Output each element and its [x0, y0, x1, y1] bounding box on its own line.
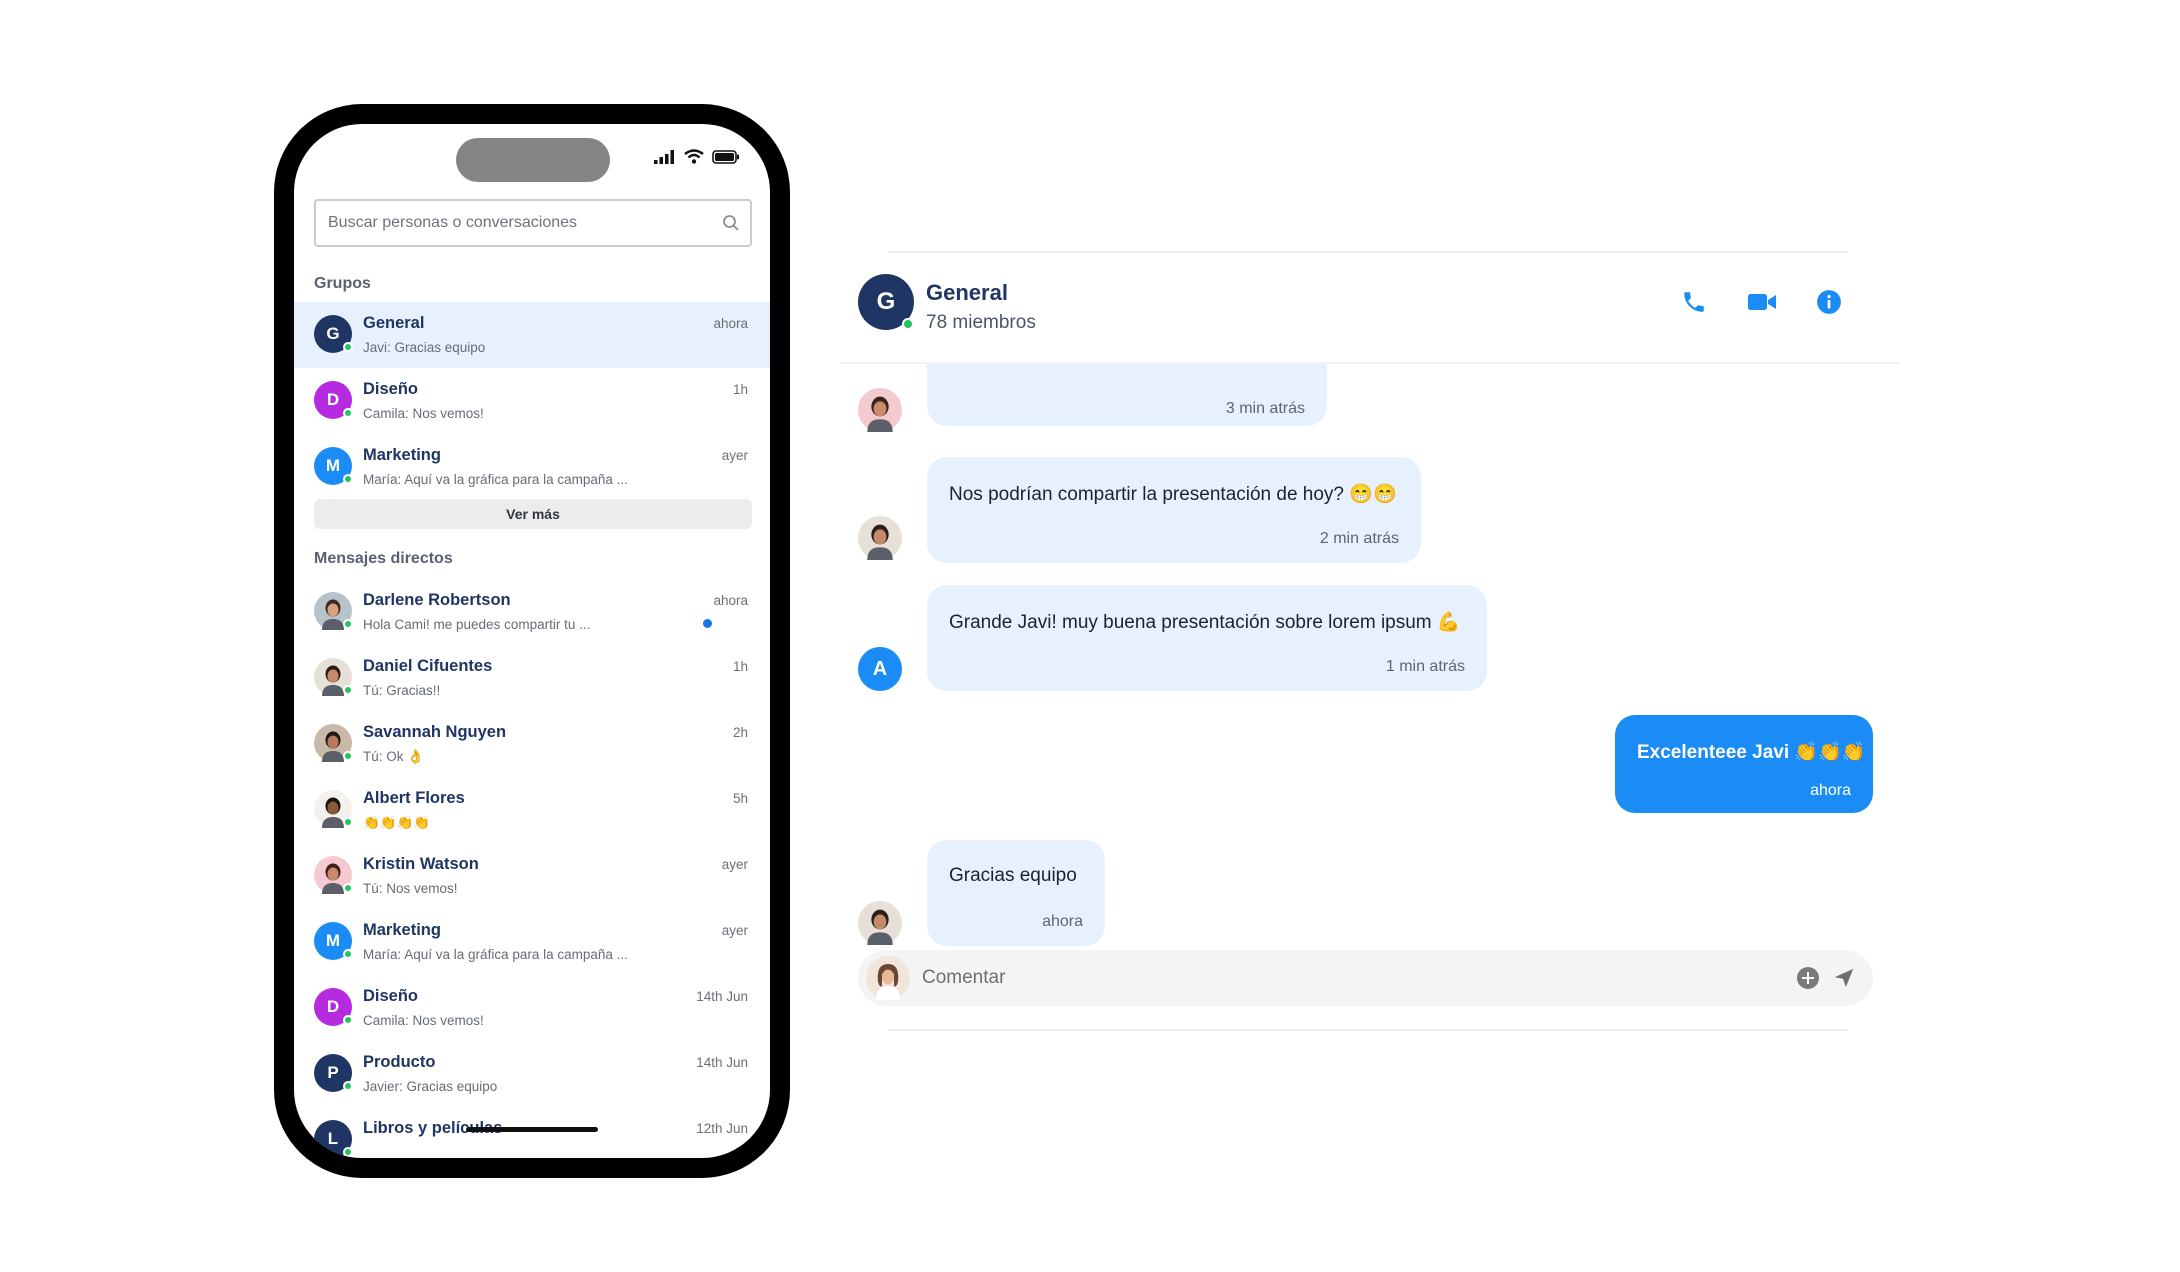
- battery-icon: [712, 149, 739, 164]
- incoming-message[interactable]: Nos podrían compartir la presentación de…: [927, 457, 1421, 563]
- outgoing-message[interactable]: Excelenteee Javi 👏👏👏 ahora: [1615, 715, 1873, 813]
- search-icon[interactable]: [722, 214, 740, 232]
- message-text: Nos podrían compartir la presentación de…: [949, 484, 1397, 505]
- video-icon[interactable]: [1746, 286, 1778, 318]
- avatar: G: [314, 315, 353, 353]
- incoming-message[interactable]: Gracias equipo ahora: [927, 840, 1105, 946]
- message-time: ahora: [1810, 782, 1851, 799]
- message-text: Grande Javi! muy buena presentación sobr…: [949, 612, 1461, 633]
- message-time: 3 min atrás: [1225, 400, 1305, 417]
- sender-avatar[interactable]: [858, 901, 902, 945]
- info-icon[interactable]: [1813, 286, 1845, 318]
- message-time: ahora: [1042, 913, 1083, 930]
- composer: [858, 950, 1873, 1006]
- status-bar: [654, 149, 740, 164]
- chat-title: General: [926, 280, 1008, 305]
- sender-avatar[interactable]: [858, 516, 902, 560]
- sender-avatar[interactable]: [858, 388, 902, 432]
- avatar-initial: G: [326, 324, 340, 343]
- chat-bottom-border: [888, 1029, 1848, 1031]
- incoming-message[interactable]: Grande Javi! muy buena presentación sobr…: [927, 585, 1487, 691]
- message-time: 1 min atrás: [1385, 658, 1465, 675]
- group-avatar[interactable]: G: [858, 274, 914, 330]
- message-text: Excelenteee Javi 👏👏👏: [1637, 742, 1866, 763]
- header-divider: [840, 362, 1900, 364]
- sender-avatar[interactable]: A: [858, 647, 902, 691]
- groups-section-title: Grupos: [314, 275, 371, 292]
- online-indicator: [902, 318, 914, 330]
- phone-icon[interactable]: [1678, 286, 1710, 318]
- chat-header: G General 78 miembros: [858, 274, 1898, 364]
- message-text: Gracias equipo: [949, 865, 1077, 886]
- user-avatar: [866, 956, 910, 1000]
- add-attachment-icon[interactable]: [1796, 966, 1820, 990]
- chat-members-count: 78 miembros: [926, 312, 1036, 333]
- online-indicator: [343, 342, 353, 352]
- message-time: 2 min atrás: [1319, 530, 1399, 547]
- search-input[interactable]: [326, 213, 722, 233]
- conversation-preview: Javi: Gracias equipo: [363, 340, 486, 355]
- chat-top-border: [888, 251, 1848, 253]
- send-icon[interactable]: [1833, 967, 1855, 989]
- search-box: [314, 199, 752, 247]
- conversation-time: ahora: [713, 316, 748, 331]
- sender-initial: A: [872, 657, 888, 680]
- group-item-general[interactable]: G General Javi: Gracias equipo ahora: [294, 302, 770, 368]
- conversation-name: General: [363, 314, 425, 332]
- dynamic-island: [456, 138, 610, 182]
- group-avatar-initial: G: [876, 288, 896, 315]
- signal-icon: [654, 149, 674, 164]
- comment-input[interactable]: [920, 964, 1740, 992]
- wifi-icon: [684, 149, 704, 164]
